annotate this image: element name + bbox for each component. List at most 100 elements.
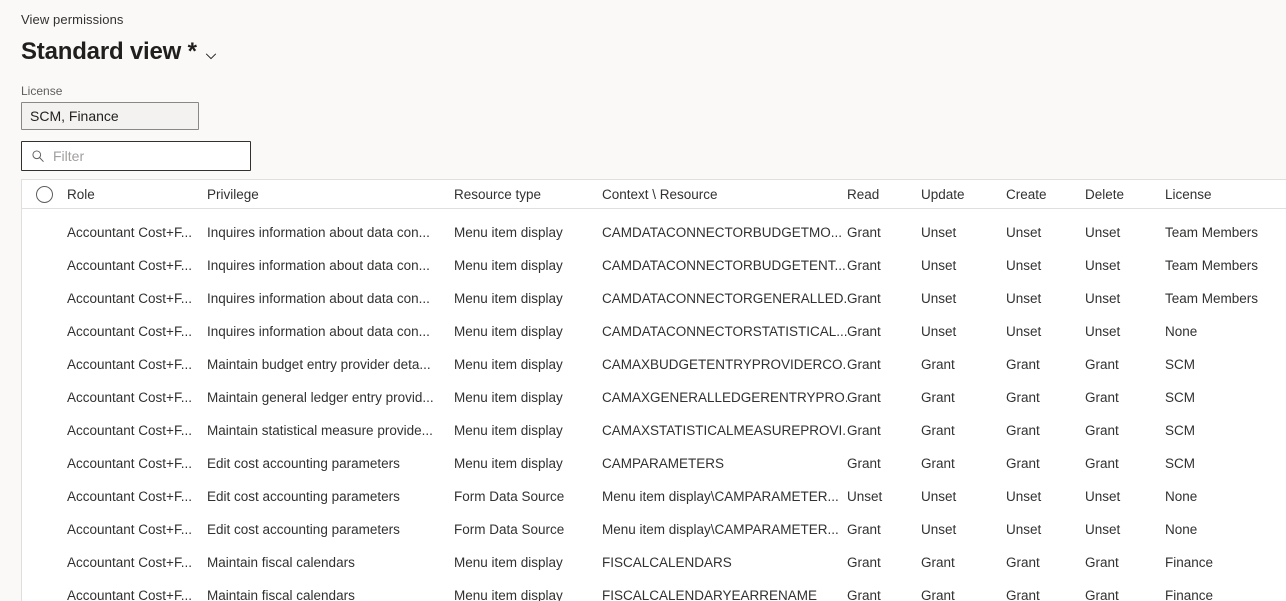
table-row[interactable]: Accountant Cost+F... Inquires information… bbox=[22, 315, 1286, 348]
cell-create: Grant bbox=[1006, 423, 1040, 438]
cell-role: Accountant Cost+F... bbox=[67, 357, 192, 372]
cell-resource-type: Menu item display bbox=[454, 456, 563, 471]
table-row[interactable]: Accountant Cost+F... Maintain general led… bbox=[22, 381, 1286, 414]
filter-block bbox=[0, 141, 1286, 171]
cell-delete: Unset bbox=[1085, 324, 1121, 339]
column-header-context-resource[interactable]: Context \ Resource bbox=[602, 186, 847, 203]
search-icon bbox=[31, 149, 45, 163]
cell-license: SCM bbox=[1165, 357, 1195, 372]
cell-delete: Grant bbox=[1085, 390, 1119, 405]
cell-license: SCM bbox=[1165, 423, 1195, 438]
column-header-delete[interactable]: Delete bbox=[1085, 186, 1165, 203]
cell-license: Team Members bbox=[1165, 225, 1259, 240]
cell-privilege: Maintain general ledger entry provid... bbox=[207, 390, 434, 405]
cell-context-resource: FISCALCALENDARS bbox=[602, 555, 732, 570]
cell-read: Grant bbox=[847, 291, 881, 306]
cell-read: Grant bbox=[847, 555, 881, 570]
table-row[interactable]: Accountant Cost+F... Inquires information… bbox=[22, 216, 1286, 249]
column-header-privilege[interactable]: Privilege bbox=[207, 186, 454, 203]
column-header-license[interactable]: License bbox=[1165, 186, 1286, 203]
cell-create: Grant bbox=[1006, 456, 1040, 471]
cell-privilege: Maintain fiscal calendars bbox=[207, 555, 355, 570]
table-row[interactable]: Accountant Cost+F... Edit cost accounting… bbox=[22, 480, 1286, 513]
cell-read: Grant bbox=[847, 357, 881, 372]
cell-delete: Grant bbox=[1085, 588, 1119, 601]
cell-license: SCM bbox=[1165, 390, 1195, 405]
table-row[interactable]: Accountant Cost+F... Inquires information… bbox=[22, 249, 1286, 282]
cell-update: Unset bbox=[921, 324, 957, 339]
cell-license: Finance bbox=[1165, 555, 1214, 570]
cell-delete: Grant bbox=[1085, 456, 1119, 471]
cell-delete: Unset bbox=[1085, 291, 1121, 306]
permissions-grid: Role Privilege Resource type Context \ R… bbox=[21, 179, 1286, 601]
cell-privilege: Inquires information about data con... bbox=[207, 225, 430, 240]
breadcrumb: View permissions bbox=[21, 12, 124, 27]
table-row[interactable]: Accountant Cost+F... Maintain statistical… bbox=[22, 414, 1286, 447]
cell-delete: Grant bbox=[1085, 357, 1119, 372]
cell-role: Accountant Cost+F... bbox=[67, 291, 192, 306]
cell-context-resource: CAMAXSTATISTICALMEASUREPROVI... bbox=[602, 423, 847, 438]
license-field[interactable] bbox=[21, 102, 199, 130]
cell-privilege: Edit cost accounting parameters bbox=[207, 456, 400, 471]
table-row[interactable]: Accountant Cost+F... Edit cost accounting… bbox=[22, 513, 1286, 546]
cell-read: Grant bbox=[847, 258, 881, 273]
cell-update: Unset bbox=[921, 291, 957, 306]
select-all-cell[interactable] bbox=[22, 185, 67, 203]
cell-context-resource: CAMDATACONNECTORGENERALLED... bbox=[602, 291, 847, 306]
cell-role: Accountant Cost+F... bbox=[67, 390, 192, 405]
chevron-down-icon[interactable] bbox=[204, 49, 218, 63]
cell-context-resource: CAMAXBUDGETENTRYPROVIDERCO... bbox=[602, 357, 847, 372]
cell-privilege: Edit cost accounting parameters bbox=[207, 489, 400, 504]
license-field-block: License bbox=[0, 83, 1286, 130]
cell-privilege: Edit cost accounting parameters bbox=[207, 522, 400, 537]
cell-context-resource: CAMDATACONNECTORBUDGETMO... bbox=[602, 225, 843, 240]
cell-resource-type: Menu item display bbox=[454, 555, 563, 570]
grid-body: Accountant Cost+F... Inquires information… bbox=[22, 216, 1286, 601]
page-header: View permissions Standard view * bbox=[0, 0, 1286, 67]
column-header-role[interactable]: Role bbox=[67, 186, 207, 203]
cell-resource-type: Form Data Source bbox=[454, 489, 565, 504]
table-row[interactable]: Accountant Cost+F... Maintain budget entr… bbox=[22, 348, 1286, 381]
cell-read: Grant bbox=[847, 588, 881, 601]
cell-role: Accountant Cost+F... bbox=[67, 423, 192, 438]
cell-create: Unset bbox=[1006, 291, 1042, 306]
table-row[interactable]: Accountant Cost+F... Inquires information… bbox=[22, 282, 1286, 315]
cell-read: Grant bbox=[847, 522, 881, 537]
cell-update: Grant bbox=[921, 555, 955, 570]
cell-license: None bbox=[1165, 522, 1198, 537]
cell-update: Unset bbox=[921, 225, 957, 240]
cell-license: None bbox=[1165, 489, 1198, 504]
filter-input[interactable] bbox=[53, 143, 233, 169]
select-all-circle-icon[interactable] bbox=[36, 185, 53, 203]
column-header-update[interactable]: Update bbox=[921, 186, 1006, 203]
cell-create: Grant bbox=[1006, 390, 1040, 405]
cell-resource-type: Form Data Source bbox=[454, 522, 565, 537]
cell-license: Team Members bbox=[1165, 291, 1259, 306]
cell-create: Unset bbox=[1006, 489, 1042, 504]
cell-context-resource: Menu item display\CAMPARAMETER... bbox=[602, 522, 839, 537]
column-header-create[interactable]: Create bbox=[1006, 186, 1085, 203]
cell-read: Grant bbox=[847, 390, 881, 405]
filter-box[interactable] bbox=[21, 141, 251, 171]
cell-resource-type: Menu item display bbox=[454, 324, 563, 339]
cell-privilege: Maintain statistical measure provide... bbox=[207, 423, 433, 438]
cell-update: Grant bbox=[921, 423, 955, 438]
cell-context-resource: Menu item display\CAMPARAMETER... bbox=[602, 489, 839, 504]
cell-update: Grant bbox=[921, 357, 955, 372]
cell-context-resource: CAMDATACONNECTORSTATISTICAL... bbox=[602, 324, 847, 339]
license-field-label: License bbox=[21, 84, 63, 98]
column-header-read[interactable]: Read bbox=[847, 186, 921, 203]
cell-delete: Unset bbox=[1085, 489, 1121, 504]
cell-update: Unset bbox=[921, 522, 957, 537]
cell-delete: Unset bbox=[1085, 225, 1121, 240]
table-row[interactable]: Accountant Cost+F... Maintain fiscal cale… bbox=[22, 579, 1286, 601]
cell-read: Grant bbox=[847, 423, 881, 438]
column-header-resource-type[interactable]: Resource type bbox=[454, 186, 602, 203]
table-row[interactable]: Accountant Cost+F... Maintain fiscal cale… bbox=[22, 546, 1286, 579]
cell-privilege: Maintain budget entry provider deta... bbox=[207, 357, 431, 372]
cell-privilege: Inquires information about data con... bbox=[207, 258, 430, 273]
cell-license: Team Members bbox=[1165, 258, 1259, 273]
cell-resource-type: Menu item display bbox=[454, 588, 563, 601]
cell-role: Accountant Cost+F... bbox=[67, 588, 192, 601]
table-row[interactable]: Accountant Cost+F... Edit cost accounting… bbox=[22, 447, 1286, 480]
